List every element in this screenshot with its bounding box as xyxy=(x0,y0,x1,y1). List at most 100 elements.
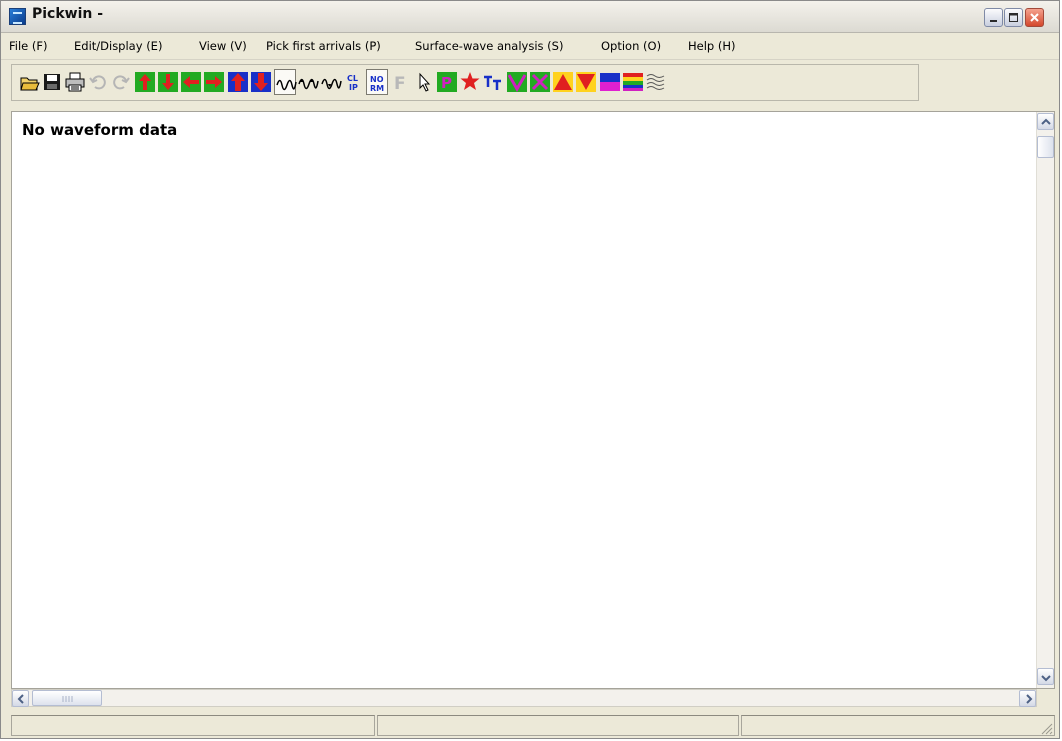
pick-p-icon: P xyxy=(437,72,457,92)
svg-text:CL: CL xyxy=(347,74,358,83)
pointer-icon xyxy=(419,72,431,92)
redo-button[interactable] xyxy=(110,69,132,95)
menu-edit-display[interactable]: Edit/Display (E) xyxy=(74,39,162,53)
menu-surface-wave-analysis[interactable]: Surface-wave analysis (S) xyxy=(415,39,563,53)
chevron-left-icon xyxy=(17,694,24,704)
status-pane-1 xyxy=(11,715,375,736)
amplify-up-button[interactable] xyxy=(227,69,249,95)
reject-button[interactable] xyxy=(529,69,551,95)
menu-view[interactable]: View (V) xyxy=(199,39,247,53)
status-pane-3 xyxy=(741,715,1055,736)
horizontal-scroll-thumb[interactable] xyxy=(32,690,102,706)
scroll-up-button[interactable] xyxy=(1037,113,1054,130)
app-window: Pickwin - File (F) Edit/Display (E) View… xyxy=(0,0,1060,739)
color-blue-magenta-button[interactable] xyxy=(599,69,621,95)
chevron-up-icon xyxy=(1041,118,1051,125)
save-icon xyxy=(44,74,60,90)
svg-text:IP: IP xyxy=(349,83,358,92)
arrow-down-green-icon xyxy=(158,72,178,92)
normalize-button[interactable]: NO RM xyxy=(366,69,388,95)
accept-button[interactable] xyxy=(506,69,528,95)
undo-button[interactable] xyxy=(87,69,109,95)
wave-gray-button[interactable] xyxy=(645,69,667,95)
bold-arrow-down-blue-icon xyxy=(251,72,271,92)
vertical-scroll-thumb[interactable] xyxy=(1037,136,1054,158)
arrow-up-green-icon xyxy=(135,72,155,92)
bold-arrow-up-blue-icon xyxy=(228,72,248,92)
scroll-left-button[interactable] xyxy=(12,690,29,707)
cross-magenta-icon xyxy=(530,72,550,92)
source-star-icon xyxy=(460,72,480,90)
horizontal-scrollbar[interactable] xyxy=(11,689,1037,707)
svg-text:RM: RM xyxy=(370,84,384,93)
triangle-up-red-icon xyxy=(553,72,573,92)
variable-area-trace-icon xyxy=(298,78,319,90)
svg-text:F: F xyxy=(394,74,406,94)
amplify-down-button[interactable] xyxy=(250,69,272,95)
pointer-button[interactable] xyxy=(413,69,435,95)
open-button[interactable] xyxy=(18,69,40,95)
window-title: Pickwin - xyxy=(32,6,104,22)
wiggle-trace-icon xyxy=(276,79,297,91)
close-icon xyxy=(1030,13,1039,22)
scroll-right-button[interactable] xyxy=(1019,690,1036,707)
color-rainbow-button[interactable] xyxy=(622,69,644,95)
svg-text:NO: NO xyxy=(370,75,384,84)
app-icon[interactable] xyxy=(9,8,26,25)
menu-option[interactable]: Option (O) xyxy=(601,39,661,53)
print-button[interactable] xyxy=(64,69,86,95)
shift-down-button[interactable] xyxy=(157,69,179,95)
filter-icon: F xyxy=(394,74,406,94)
check-green-icon xyxy=(507,72,527,93)
minimize-icon xyxy=(990,20,997,22)
grip-lines-icon xyxy=(62,696,73,702)
arrow-left-red-icon xyxy=(181,72,201,92)
triangle-down-button[interactable] xyxy=(575,69,597,95)
toolbar: CL IP NO RM F P xyxy=(11,64,919,101)
shift-up-button[interactable] xyxy=(134,69,156,95)
chevron-down-icon xyxy=(1041,675,1051,682)
redo-icon xyxy=(113,75,130,90)
save-button[interactable] xyxy=(41,69,63,95)
waveform-canvas[interactable]: No waveform data xyxy=(11,111,1055,689)
wiggle-fill-mode-button[interactable] xyxy=(320,69,342,95)
menu-file[interactable]: File (F) xyxy=(9,39,48,53)
close-button[interactable] xyxy=(1025,8,1044,27)
triangle-up-button[interactable] xyxy=(552,69,574,95)
scroll-down-button[interactable] xyxy=(1037,668,1054,685)
menu-help[interactable]: Help (H) xyxy=(688,39,736,53)
shift-right-button[interactable] xyxy=(203,69,225,95)
normalize-icon: NORM xyxy=(370,75,384,93)
wiggle-mode-button[interactable] xyxy=(274,69,297,95)
pick-p-button[interactable]: P xyxy=(436,69,458,95)
title-bar[interactable]: Pickwin - xyxy=(1,1,1059,33)
variable-area-mode-button[interactable] xyxy=(297,69,319,95)
triangle-down-red-icon xyxy=(576,72,596,92)
maximize-icon xyxy=(1009,13,1018,22)
arrow-right-red-icon xyxy=(204,72,224,92)
filter-button[interactable]: F xyxy=(389,69,411,95)
menu-pick-first-arrivals[interactable]: Pick first arrivals (P) xyxy=(266,39,381,53)
no-data-message: No waveform data xyxy=(22,121,178,139)
clip-icon: CLIP xyxy=(347,74,358,92)
clip-button[interactable]: CL IP xyxy=(343,69,365,95)
wiggle-fill-trace-icon xyxy=(321,78,342,90)
vertical-scrollbar[interactable] xyxy=(1036,112,1054,688)
menu-bar: File (F) Edit/Display (E) View (V) Pick … xyxy=(1,33,1059,60)
status-pane-2 xyxy=(377,715,739,736)
chevron-right-icon xyxy=(1026,694,1033,704)
undo-icon xyxy=(89,75,106,90)
print-icon xyxy=(65,72,85,92)
travel-time-button[interactable] xyxy=(482,69,504,95)
travel-time-icon xyxy=(484,75,501,90)
resize-grip-icon[interactable] xyxy=(1039,721,1053,735)
shift-left-button[interactable] xyxy=(180,69,202,95)
wave-gray-icon xyxy=(646,74,665,90)
color-blue-magenta-icon xyxy=(600,73,620,91)
color-rainbow-icon xyxy=(623,73,643,91)
status-bar xyxy=(11,715,1055,737)
maximize-button[interactable] xyxy=(1004,8,1023,27)
source-button[interactable] xyxy=(459,69,481,95)
open-folder-icon xyxy=(20,77,40,91)
minimize-button[interactable] xyxy=(984,8,1003,27)
